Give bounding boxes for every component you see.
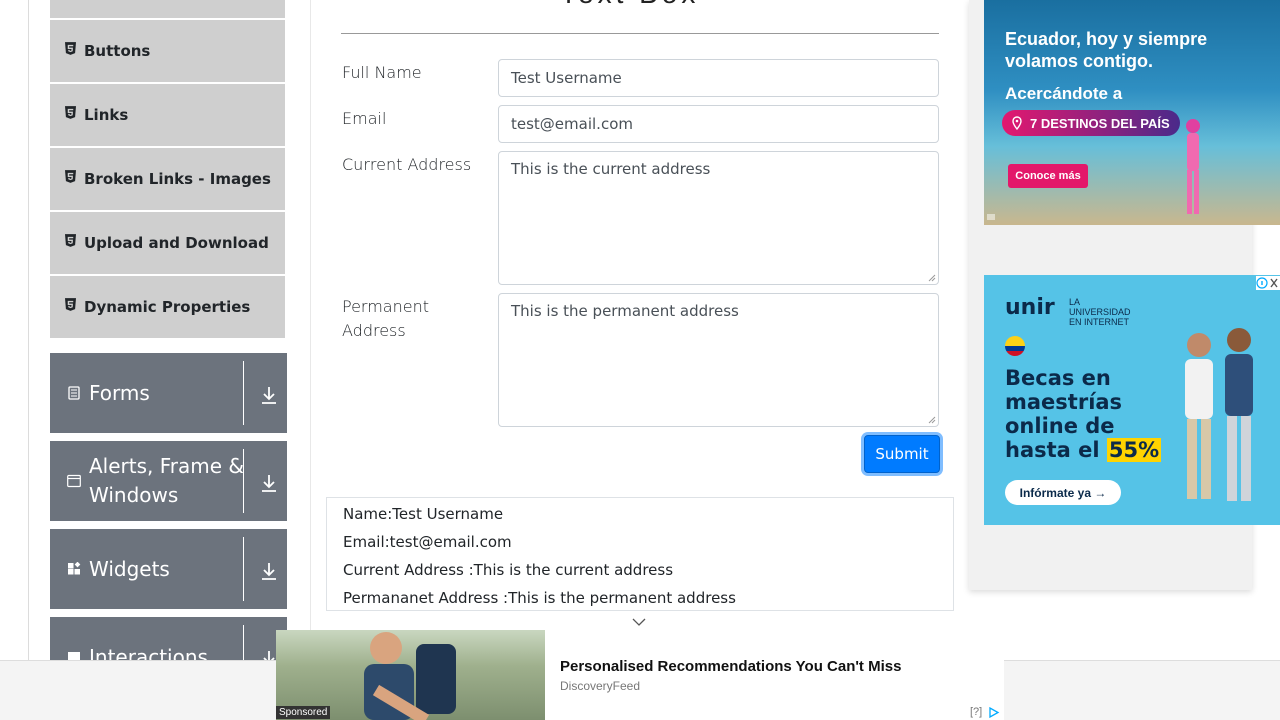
adchoices-icon[interactable] (988, 707, 1002, 718)
output-name: Name:Test Username (343, 505, 504, 523)
chevron-down-icon[interactable] (632, 617, 646, 627)
ad-headline: Ecuador, hoy y siempre volamos contigo. (1005, 29, 1208, 71)
sidebar-item-label: Upload and Download (84, 234, 269, 252)
menu-icon[interactable] (987, 213, 995, 221)
window-icon (67, 474, 81, 488)
sidebar-item-label: Buttons (84, 42, 151, 60)
output-panel: Name:Test Username Email:test@email.com … (326, 497, 954, 611)
current-address-value: This is the current address (511, 160, 711, 178)
resize-handle-icon[interactable] (928, 274, 936, 282)
permanent-address-value: This is the permanent address (511, 302, 739, 320)
download-arrow-icon[interactable] (260, 561, 278, 581)
sidebar-group-label: Widgets (89, 556, 170, 581)
heading-rule (341, 33, 939, 34)
sidebar-item-label: Dynamic Properties (84, 298, 251, 316)
sidebar-item-label: Links (84, 106, 129, 124)
ad-banner-airline[interactable]: Ecuador, hoy y siempre volamos contigo. … (984, 0, 1280, 225)
sidebar-item-links[interactable]: Links (50, 84, 285, 146)
ad-subheadline: Acercándote a (1005, 84, 1123, 103)
sidebar-item-hidden[interactable] (50, 0, 285, 18)
ad-cta-button[interactable]: Infórmate ya → (1005, 480, 1121, 505)
output-email: Email:test@email.com (343, 533, 512, 551)
unir-logo-subtitle: LA UNIVERSIDAD EN INTERNET (1069, 297, 1131, 327)
resize-handle-icon[interactable] (928, 416, 936, 424)
sponsored-ad[interactable]: Sponsored Personalised Recommendations Y… (276, 630, 1004, 720)
adchoices-icon[interactable] (1256, 276, 1280, 290)
sidebar-item-upload-download[interactable]: Upload and Download (50, 212, 285, 274)
sponsored-source: DiscoveryFeed (560, 679, 641, 693)
full-name-input[interactable]: Test Username (498, 59, 939, 97)
divider (243, 449, 244, 513)
help-link[interactable]: [?] (970, 706, 982, 718)
current-address-textarea[interactable]: This is the current address (498, 151, 939, 285)
sidebar-item-broken-links[interactable]: Broken Links - Images (50, 148, 285, 210)
sidebar-item-buttons[interactable]: Buttons (50, 20, 285, 82)
sidebar-group-forms[interactable]: Forms (50, 353, 287, 433)
page-title: Text Box (560, 0, 699, 10)
sidebar-group-label: Alerts, Frame & Windows (89, 454, 245, 507)
submit-button[interactable]: Submit (864, 435, 940, 473)
output-current-address: Current Address :This is the current add… (343, 561, 674, 579)
sponsored-title[interactable]: Personalised Recommendations You Can't M… (560, 658, 901, 675)
download-arrow-icon[interactable] (260, 473, 278, 493)
html5-icon (65, 105, 76, 119)
ad-banner-unir[interactable]: unir LA UNIVERSIDAD EN INTERNET Becas en… (984, 275, 1280, 525)
output-permanent-address: Permananet Address :This is the permanen… (343, 589, 736, 607)
current-address-label: Current Address (342, 155, 472, 174)
sidebar-group-label: Forms (89, 380, 150, 405)
content-divider (310, 0, 311, 720)
unir-logo: unir (1005, 295, 1055, 320)
html5-icon (65, 41, 76, 55)
colombia-flag-icon (1005, 336, 1025, 356)
divider (243, 537, 244, 601)
download-arrow-icon[interactable] (260, 385, 278, 405)
full-name-label: Full Name (342, 63, 422, 82)
sponsored-tag: Sponsored (276, 706, 331, 719)
html5-icon (65, 169, 76, 183)
sidebar-group-alerts[interactable]: Alerts, Frame & Windows (50, 441, 287, 521)
woman-figure-icon (1186, 119, 1200, 214)
ad-headline: Becas en maestrías online de hasta el 55… (1005, 366, 1162, 462)
form-icon (68, 386, 80, 400)
divider (243, 361, 244, 425)
email-label: Email (342, 109, 387, 128)
sidebar-item-label: Broken Links - Images (84, 170, 271, 188)
ad-destinations-pill: 7 DESTINOS DEL PAÍS (1002, 110, 1180, 136)
permanent-address-textarea[interactable]: This is the permanent address (498, 293, 939, 427)
location-pin-icon (1012, 116, 1022, 130)
page: Buttons Links Broken Links - Images Uplo… (0, 0, 1280, 720)
students-figure-icon (1185, 328, 1253, 501)
html5-icon (65, 233, 76, 247)
sidebar-item-dynamic-properties[interactable]: Dynamic Properties (50, 276, 285, 338)
widgets-icon (68, 562, 81, 575)
sidebar-group-widgets[interactable]: Widgets (50, 529, 287, 609)
email-input[interactable]: test@email.com (498, 105, 939, 143)
left-border (28, 0, 29, 720)
sidebar: Buttons Links Broken Links - Images Uplo… (50, 0, 287, 697)
ad-cta-button[interactable]: Conoce más (1008, 164, 1088, 188)
html5-icon (65, 297, 76, 311)
permanent-address-label: Permanent Address (342, 297, 430, 340)
